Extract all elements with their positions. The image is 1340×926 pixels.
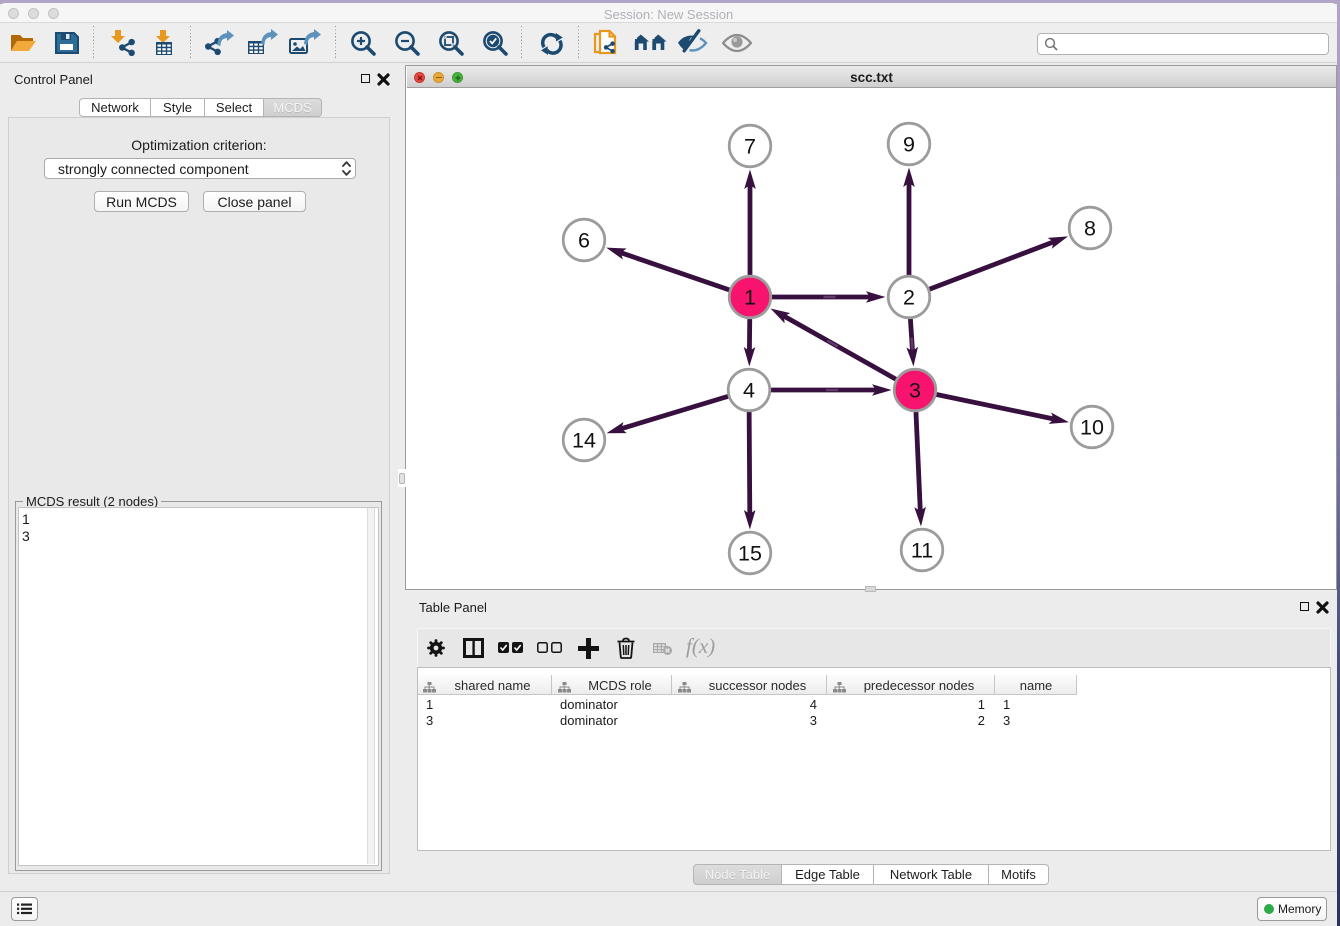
svg-text:11: 11	[911, 539, 933, 563]
svg-text:9: 9	[903, 133, 915, 157]
svg-text:4: 4	[743, 379, 755, 403]
svg-text:14: 14	[572, 429, 596, 453]
svg-text:3: 3	[909, 379, 921, 403]
svg-text:1: 1	[744, 286, 756, 310]
svg-text:2: 2	[903, 286, 915, 310]
svg-text:7: 7	[744, 135, 756, 159]
svg-text:15: 15	[738, 542, 762, 566]
svg-text:6: 6	[578, 229, 590, 253]
svg-text:8: 8	[1084, 217, 1096, 241]
svg-text:10: 10	[1080, 416, 1104, 440]
